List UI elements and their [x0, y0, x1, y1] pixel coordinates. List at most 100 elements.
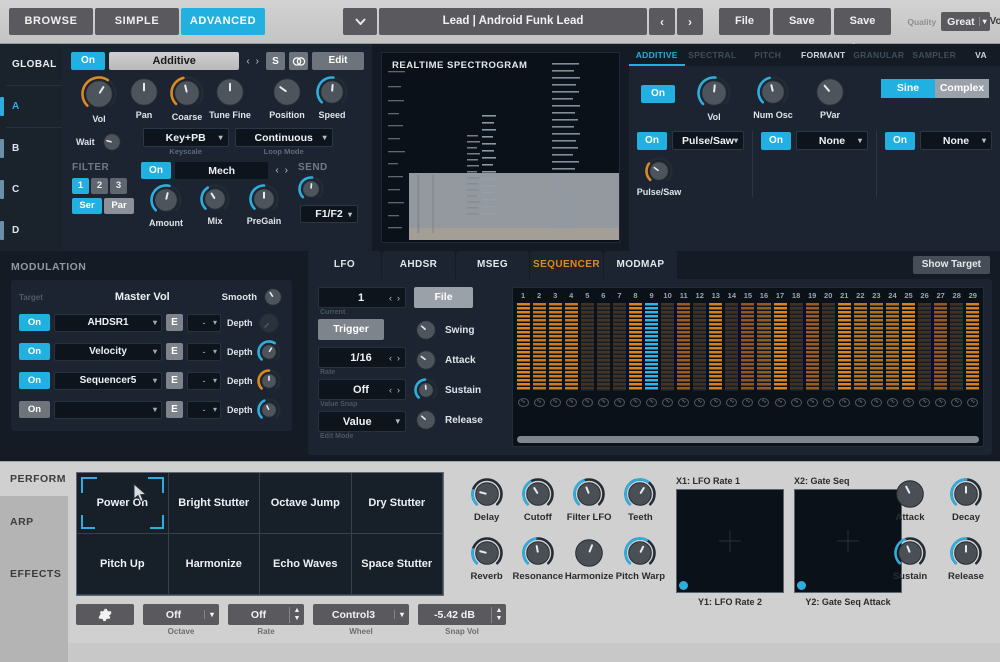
curve-icon[interactable]: ∿ — [823, 398, 834, 407]
step-column[interactable] — [627, 303, 643, 391]
reverb-knob[interactable] — [471, 537, 503, 569]
speed-knob[interactable] — [316, 76, 348, 108]
pad-pitch-up[interactable]: Pitch Up — [77, 534, 169, 595]
filter-ser-button[interactable]: Ser — [72, 198, 102, 214]
step-curve-button[interactable]: ∿ — [515, 390, 531, 408]
step-curve-button[interactable]: ∿ — [708, 390, 724, 408]
step-column[interactable] — [676, 303, 692, 391]
seq-release-knob[interactable] — [414, 408, 438, 432]
step-bar[interactable] — [950, 303, 963, 391]
step-curve-button[interactable]: ∿ — [804, 390, 820, 408]
step-column[interactable] — [724, 303, 740, 391]
decay-knob[interactable] — [950, 478, 982, 510]
step-column[interactable] — [788, 303, 804, 391]
curve-icon[interactable]: ∿ — [871, 398, 882, 407]
step-curve-button[interactable]: ∿ — [917, 390, 933, 408]
mod-row-1-edit[interactable]: E — [166, 314, 183, 331]
step-bar[interactable] — [597, 303, 610, 391]
octave-select[interactable]: Off ▾ — [143, 604, 219, 625]
step-curve-button[interactable]: ∿ — [756, 390, 772, 408]
step-bar[interactable] — [677, 303, 690, 391]
mod-row-4-source[interactable]: ▾ — [54, 401, 162, 419]
wait-knob[interactable] — [101, 131, 123, 153]
mod-row-3-source[interactable]: Sequencer5▾ — [54, 372, 162, 390]
curve-icon[interactable]: ∿ — [935, 398, 946, 407]
sidebar-item-effects[interactable]: EFFECTS — [0, 548, 68, 600]
curve-icon[interactable]: ∿ — [566, 398, 577, 407]
xy-pad-2-handle[interactable] — [797, 581, 806, 590]
wheel-select[interactable]: Control3 ▾ — [313, 604, 409, 625]
step-curve-button[interactable]: ∿ — [836, 390, 852, 408]
tab-ahdsr[interactable]: AHDSR — [382, 251, 455, 279]
step-bar[interactable] — [966, 303, 979, 391]
link-icon[interactable] — [289, 52, 308, 70]
sequencer-scrollbar[interactable] — [517, 436, 979, 443]
pregain-knob[interactable] — [249, 184, 279, 214]
step-column[interactable] — [933, 303, 949, 391]
mod-row-1-mode[interactable]: -▾ — [187, 314, 221, 332]
attack-knob[interactable] — [894, 478, 926, 510]
prev-icon[interactable]: ‹ — [389, 353, 392, 363]
pitch-warp-knob[interactable] — [624, 537, 656, 569]
sidebar-item-b[interactable]: B — [0, 128, 62, 169]
curve-icon[interactable]: ∿ — [791, 398, 802, 407]
step-curve-button[interactable]: ∿ — [660, 390, 676, 408]
oscillator-name[interactable]: Additive — [109, 52, 239, 70]
stepper-arrows[interactable]: ‹› — [389, 293, 405, 303]
preset-next-button[interactable]: › — [677, 8, 703, 35]
filter-slot-1[interactable]: 1 — [72, 178, 89, 194]
step-bar[interactable] — [822, 303, 835, 391]
xy-pad-1-handle[interactable] — [679, 581, 688, 590]
step-column[interactable] — [515, 303, 531, 391]
sequencer-current-field[interactable]: 1 ‹› — [318, 287, 406, 308]
sequencer-valuesnap-field[interactable]: Off ‹› — [318, 379, 406, 400]
step-curve-button[interactable]: ∿ — [692, 390, 708, 408]
chevron-down-icon[interactable]: ▾ — [204, 610, 219, 619]
oscillator-on-button[interactable]: On — [71, 52, 105, 70]
step-column[interactable] — [884, 303, 900, 391]
step-curve-button[interactable]: ∿ — [884, 390, 900, 408]
step-bar[interactable] — [934, 303, 947, 391]
step-curve-button[interactable]: ∿ — [531, 390, 547, 408]
pad-harmonize[interactable]: Harmonize — [169, 534, 261, 595]
slot1-select[interactable]: Pulse/Saw▾ — [672, 131, 744, 150]
step-curve-button[interactable]: ∿ — [949, 390, 965, 408]
mod-row-1-depth-knob[interactable] — [257, 311, 281, 335]
step-column[interactable] — [531, 303, 547, 391]
step-bar[interactable] — [533, 303, 546, 391]
send-routing-select[interactable]: F1/F2▾ — [300, 205, 358, 223]
step-column[interactable] — [660, 303, 676, 391]
curve-icon[interactable]: ∿ — [855, 398, 866, 407]
step-curve-button[interactable]: ∿ — [740, 390, 756, 408]
step-bar[interactable] — [806, 303, 819, 391]
slot3-select[interactable]: None▾ — [920, 131, 992, 150]
curve-icon[interactable]: ∿ — [775, 398, 786, 407]
curve-icon[interactable]: ∿ — [807, 398, 818, 407]
coarse-knob[interactable] — [170, 76, 204, 110]
mod-row-2-on[interactable]: On — [19, 343, 50, 360]
step-bar[interactable] — [741, 303, 754, 391]
filter-lfo-knob[interactable] — [573, 478, 605, 510]
mod-row-1-on[interactable]: On — [19, 314, 50, 331]
mod-row-4-on[interactable]: On — [19, 401, 50, 418]
sequencer-step-grid[interactable]: 1234567891011121314151617181920212223242… — [512, 287, 984, 447]
step-column[interactable] — [644, 303, 660, 391]
step-column[interactable] — [965, 303, 981, 391]
step-bar[interactable] — [870, 303, 883, 391]
step-bar[interactable] — [709, 303, 722, 391]
step-curve-button[interactable]: ∿ — [644, 390, 660, 408]
sidebar-item-a[interactable]: A — [0, 86, 62, 127]
filter-type-nav[interactable]: ‹› — [272, 165, 291, 176]
sidebar-item-arp[interactable]: ARP — [0, 496, 68, 548]
next-icon[interactable]: › — [397, 385, 400, 395]
mod-row-3-mode[interactable]: -▾ — [187, 372, 221, 390]
step-column[interactable] — [708, 303, 724, 391]
mod-row-2-source[interactable]: Velocity▾ — [54, 343, 162, 361]
complex-button[interactable]: Complex — [935, 79, 989, 98]
pulse-saw-knob[interactable] — [645, 157, 673, 185]
oscillator-edit-button[interactable]: Edit — [312, 52, 364, 70]
step-column[interactable] — [579, 303, 595, 391]
step-curve-button[interactable]: ∿ — [563, 390, 579, 408]
mode-browse[interactable]: BROWSE — [9, 8, 93, 35]
step-curve-button[interactable]: ∿ — [868, 390, 884, 408]
